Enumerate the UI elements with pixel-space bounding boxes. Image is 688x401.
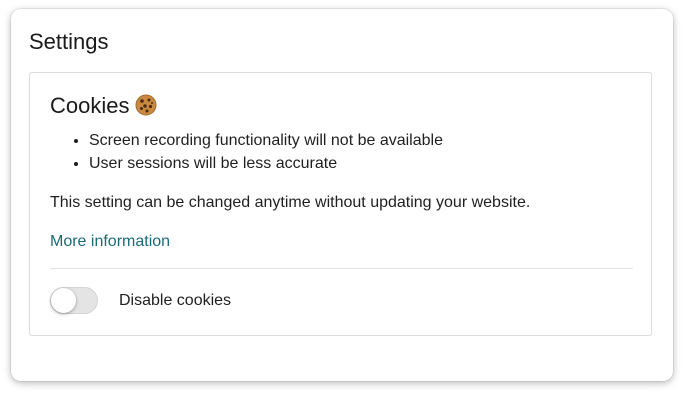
list-item: Screen recording functionality will not … (89, 130, 443, 153)
disable-cookies-label: Disable cookies (119, 292, 232, 309)
page-title: Settings (29, 29, 109, 54)
disable-cookies-toggle[interactable] (50, 287, 98, 314)
divider (50, 268, 633, 269)
cookies-card-title-text: Cookies (50, 93, 130, 118)
settings-note: This setting can be changed anytime with… (50, 194, 531, 211)
toggle-knob (51, 288, 76, 313)
cookies-consequences-list: Screen recording functionality will not … (50, 130, 443, 175)
settings-panel: Settings Cookies Screen recording fun (11, 9, 673, 381)
more-information-link[interactable]: More information (50, 231, 170, 253)
cookies-card: Cookies Screen recording functionality w… (29, 72, 652, 336)
cookie-icon (135, 94, 157, 116)
cookies-card-title: Cookies (50, 93, 157, 119)
list-item: User sessions will be less accurate (89, 153, 443, 176)
